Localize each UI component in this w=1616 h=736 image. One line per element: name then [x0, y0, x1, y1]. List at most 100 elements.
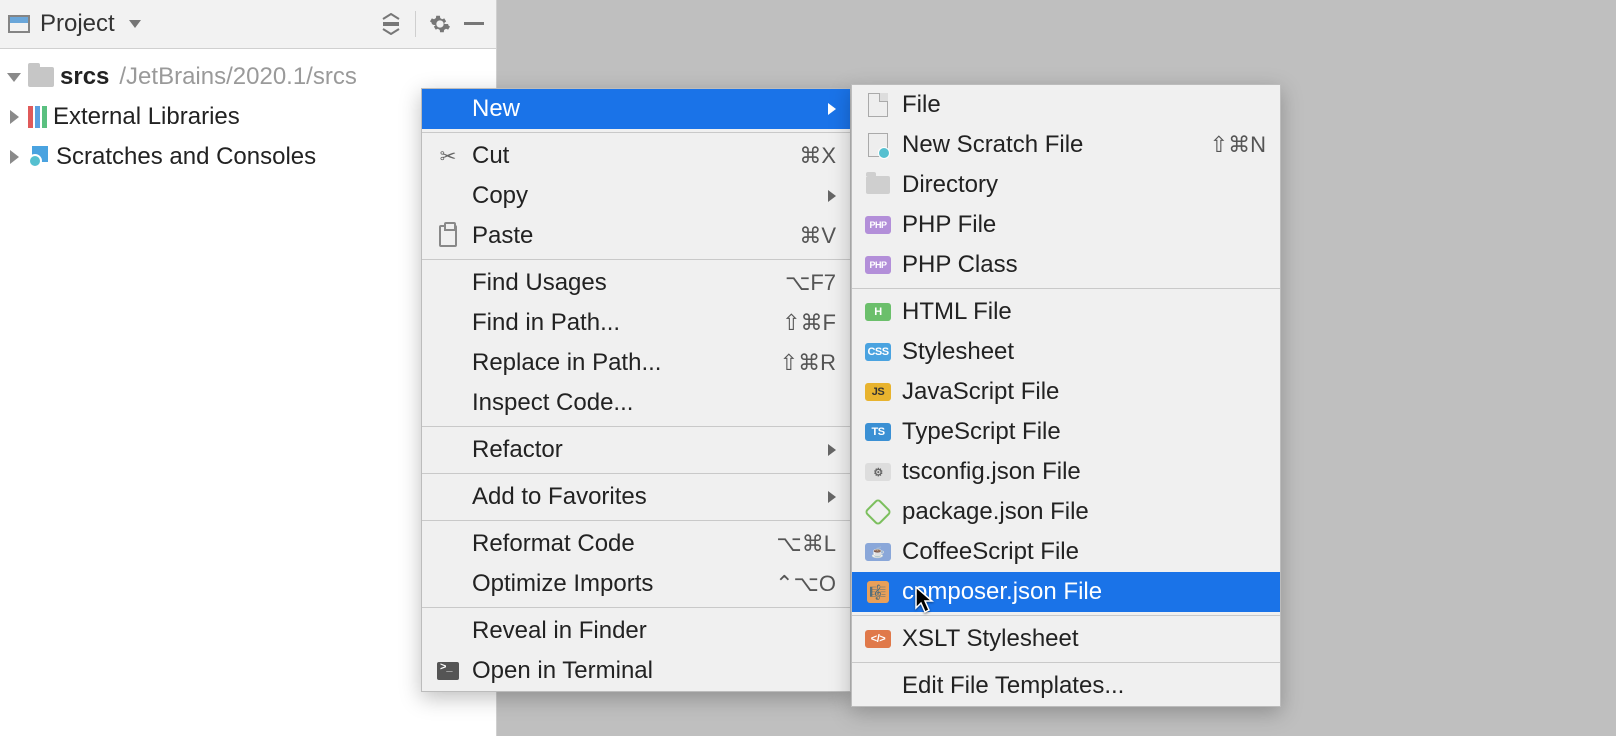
- xslt-icon: </>: [864, 630, 892, 648]
- html-icon: H: [864, 303, 892, 321]
- menu-label: Replace in Path...: [472, 349, 770, 377]
- folder-icon: [28, 67, 54, 87]
- menu-label: JavaScript File: [902, 378, 1266, 406]
- submenu-typescript-file[interactable]: TS TypeScript File: [852, 412, 1280, 452]
- submenu-javascript-file[interactable]: JS JavaScript File: [852, 372, 1280, 412]
- menu-label: Add to Favorites: [472, 483, 818, 511]
- menu-label: Refactor: [472, 436, 818, 464]
- submenu-php-class[interactable]: PHP PHP Class: [852, 245, 1280, 285]
- submenu-tsconfig[interactable]: ⚙ tsconfig.json File: [852, 452, 1280, 492]
- submenu-composer-json[interactable]: 🎼 composer.json File: [852, 572, 1280, 612]
- menu-add-favorites[interactable]: Add to Favorites: [422, 477, 850, 517]
- divider: [415, 11, 416, 37]
- shortcut: ⌃⌥O: [775, 571, 836, 597]
- menu-label: Paste: [472, 222, 789, 250]
- settings-button[interactable]: [426, 10, 454, 38]
- composer-icon: 🎼: [864, 581, 892, 603]
- scratch-file-icon: [864, 133, 892, 157]
- scratches-icon: [28, 146, 50, 168]
- menu-reformat-code[interactable]: Reformat Code ⌥⌘L: [422, 524, 850, 564]
- menu-copy[interactable]: Copy: [422, 176, 850, 216]
- menu-separator: [852, 662, 1280, 663]
- menu-separator: [852, 615, 1280, 616]
- menu-separator: [422, 473, 850, 474]
- menu-label: Copy: [472, 182, 818, 210]
- menu-label: Directory: [902, 171, 1266, 199]
- expander-icon[interactable]: [6, 110, 22, 124]
- expander-icon[interactable]: [6, 73, 22, 82]
- menu-separator: [422, 426, 850, 427]
- menu-label: Reformat Code: [472, 530, 766, 558]
- js-icon: JS: [864, 383, 892, 401]
- menu-label: Reveal in Finder: [472, 617, 836, 645]
- coffeescript-icon: ☕: [864, 543, 892, 561]
- menu-label: New Scratch File: [902, 131, 1200, 159]
- menu-label: PHP File: [902, 211, 1266, 239]
- scissors-icon: ✂: [434, 144, 462, 169]
- submenu-arrow-icon: [828, 190, 836, 202]
- submenu-directory[interactable]: Directory: [852, 165, 1280, 205]
- menu-cut[interactable]: ✂ Cut ⌘X: [422, 136, 850, 176]
- terminal-icon: [434, 662, 462, 680]
- php-icon: PHP: [864, 256, 892, 274]
- shortcut: ⇧⌘R: [780, 350, 836, 376]
- chevron-down-icon[interactable]: [129, 20, 141, 28]
- menu-label: XSLT Stylesheet: [902, 625, 1266, 653]
- menu-label: Stylesheet: [902, 338, 1266, 366]
- menu-label: Find Usages: [472, 269, 775, 297]
- tsconfig-icon: ⚙: [864, 463, 892, 481]
- collapse-all-button[interactable]: [377, 10, 405, 38]
- submenu-stylesheet[interactable]: CSS Stylesheet: [852, 332, 1280, 372]
- submenu-arrow-icon: [828, 103, 836, 115]
- menu-refactor[interactable]: Refactor: [422, 430, 850, 470]
- ts-icon: TS: [864, 423, 892, 441]
- menu-separator: [422, 132, 850, 133]
- menu-label: Cut: [472, 142, 789, 170]
- new-submenu: File New Scratch File ⇧⌘N Directory PHP …: [851, 84, 1281, 707]
- menu-label: CoffeeScript File: [902, 538, 1266, 566]
- menu-paste[interactable]: Paste ⌘V: [422, 216, 850, 256]
- menu-inspect-code[interactable]: Inspect Code...: [422, 383, 850, 423]
- file-icon: [864, 93, 892, 117]
- hide-button[interactable]: [460, 10, 488, 38]
- directory-icon: [864, 176, 892, 194]
- project-dropdown[interactable]: Project: [40, 10, 115, 38]
- shortcut: ⌥F7: [785, 270, 836, 296]
- menu-new[interactable]: New: [422, 89, 850, 129]
- menu-separator: [422, 520, 850, 521]
- context-menu: New ✂ Cut ⌘X Copy Paste ⌘V Find Usages ⌥…: [421, 88, 851, 692]
- menu-label: Optimize Imports: [472, 570, 765, 598]
- submenu-xslt[interactable]: </> XSLT Stylesheet: [852, 619, 1280, 659]
- menu-label: Inspect Code...: [472, 389, 836, 417]
- menu-find-usages[interactable]: Find Usages ⌥F7: [422, 263, 850, 303]
- shortcut: ⇧⌘F: [782, 310, 836, 336]
- menu-label: Edit File Templates...: [902, 672, 1266, 700]
- menu-label: File: [902, 91, 1266, 119]
- nodejs-icon: [864, 502, 892, 522]
- menu-reveal-finder[interactable]: Reveal in Finder: [422, 611, 850, 651]
- submenu-edit-templates[interactable]: Edit File Templates...: [852, 666, 1280, 706]
- menu-open-terminal[interactable]: Open in Terminal: [422, 651, 850, 691]
- shortcut: ⌘X: [799, 143, 836, 169]
- menu-label: Open in Terminal: [472, 657, 836, 685]
- submenu-file[interactable]: File: [852, 85, 1280, 125]
- submenu-php-file[interactable]: PHP PHP File: [852, 205, 1280, 245]
- menu-separator: [852, 288, 1280, 289]
- project-icon: [8, 15, 30, 33]
- menu-label: New: [472, 95, 818, 123]
- expander-icon[interactable]: [6, 150, 22, 164]
- menu-optimize-imports[interactable]: Optimize Imports ⌃⌥O: [422, 564, 850, 604]
- menu-label: composer.json File: [902, 578, 1266, 606]
- menu-find-in-path[interactable]: Find in Path... ⇧⌘F: [422, 303, 850, 343]
- submenu-html-file[interactable]: H HTML File: [852, 292, 1280, 332]
- menu-label: PHP Class: [902, 251, 1266, 279]
- submenu-coffeescript[interactable]: ☕ CoffeeScript File: [852, 532, 1280, 572]
- menu-replace-in-path[interactable]: Replace in Path... ⇧⌘R: [422, 343, 850, 383]
- tree-label: Scratches and Consoles: [56, 143, 316, 171]
- menu-label: Find in Path...: [472, 309, 772, 337]
- project-panel-header: Project: [0, 0, 496, 49]
- submenu-scratch-file[interactable]: New Scratch File ⇧⌘N: [852, 125, 1280, 165]
- submenu-package-json[interactable]: package.json File: [852, 492, 1280, 532]
- shortcut: ⌘V: [799, 223, 836, 249]
- shortcut: ⇧⌘N: [1210, 132, 1266, 158]
